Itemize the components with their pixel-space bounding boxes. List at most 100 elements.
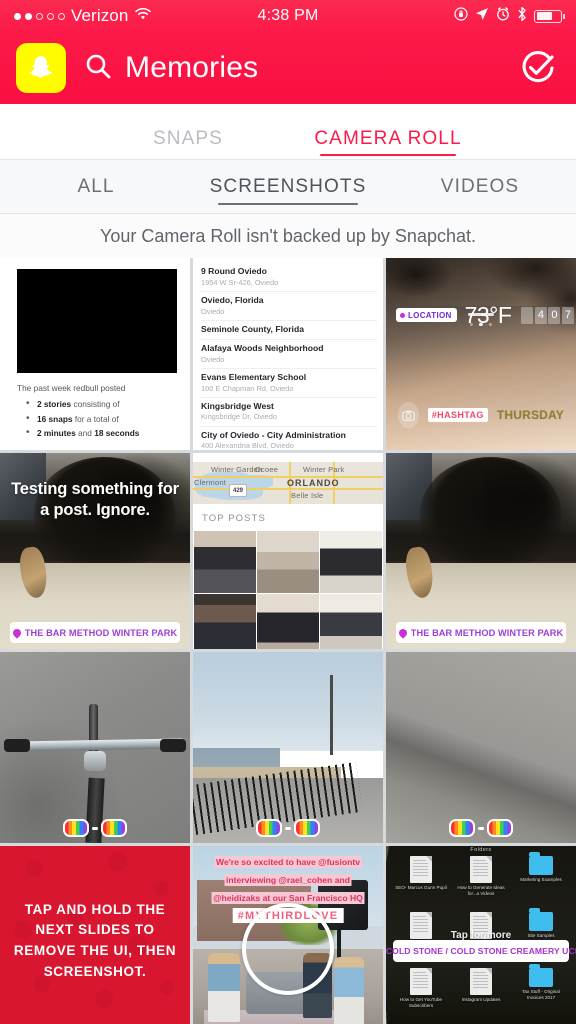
snap-caption: Testing something for a post. Ignore.	[11, 480, 179, 520]
ig-post[interactable]	[257, 531, 319, 593]
desktop-file: SEO- Marcus Gunn Pupil	[392, 856, 450, 910]
filter-row-secondary: #HASHTAG THURSDAY	[386, 402, 576, 428]
pin-icon	[397, 626, 409, 639]
ig-post[interactable]	[320, 594, 382, 649]
signal-dot-filled	[14, 12, 21, 20]
subtab-all[interactable]: ALL	[0, 162, 192, 211]
memories-search[interactable]: Memories	[84, 52, 516, 85]
backup-notice: Your Camera Roll isn't backed up by Snap…	[0, 214, 576, 258]
grid-tile-dog-caption[interactable]: Testing something for a post. Ignore. TH…	[0, 453, 190, 649]
camera-roll-grid: The past week redbull posted 2 stories c…	[0, 258, 576, 1024]
filter-row-primary: LOCATION 73°F 4 0 7	[386, 300, 576, 330]
map-label: Belle Isle	[291, 491, 324, 500]
photo-person-right	[333, 956, 364, 1024]
photo-detail-grip-left	[3, 738, 30, 752]
hashtag-filter[interactable]: #HASHTAG	[427, 408, 488, 422]
battery-icon	[534, 9, 566, 23]
status-bar-right	[454, 6, 566, 27]
document-icon	[470, 856, 492, 883]
photo-person-left	[208, 952, 241, 1022]
photo-mast	[329, 674, 333, 756]
photo-background	[386, 652, 576, 843]
signal-dot-filled	[25, 12, 32, 20]
signal-dot-empty	[36, 12, 43, 20]
search-icon	[84, 52, 112, 85]
document-icon	[410, 968, 432, 995]
subtab-active-underline	[218, 202, 358, 205]
time-digit: 0	[548, 306, 561, 324]
grid-tile-pavement-shadow[interactable]	[386, 652, 576, 843]
grid-tile-desktop-files[interactable]: Folders SEO- Marcus Gunn Pupil How to Ge…	[386, 846, 576, 1024]
ig-header-strip	[193, 453, 383, 462]
ig-post[interactable]	[194, 531, 256, 593]
ig-post[interactable]	[320, 531, 382, 593]
geofilter-label: THE BAR METHOD WINTER PARK	[24, 627, 178, 638]
time-digit: 7	[561, 306, 574, 324]
list-item: Seminole County, Florida	[201, 321, 377, 340]
signal-dot-empty	[58, 12, 65, 20]
tab-camera-roll[interactable]: CAMERA ROLL	[288, 128, 488, 159]
desktop-file: How to Generate Ideas for...a Videos	[452, 856, 510, 910]
document-icon	[410, 912, 432, 939]
grid-tile-dog-plain[interactable]: THE BAR METHOD WINTER PARK	[386, 453, 576, 649]
subtab-videos[interactable]: VIDEOS	[384, 162, 576, 211]
geofilter-label: THE BAR METHOD WINTER PARK	[410, 627, 564, 638]
map-label: Clermont	[194, 478, 227, 487]
time-filter[interactable]: 4 0 7	[521, 306, 574, 324]
location-filter-chip[interactable]: LOCATION	[396, 308, 457, 322]
tab-snaps[interactable]: SNAPS	[88, 128, 288, 159]
geofilter-banner: THE BAR METHOD WINTER PARK	[10, 622, 180, 643]
signal-dot-empty	[47, 12, 54, 20]
status-bar-left: Verizon	[14, 6, 152, 26]
ig-post[interactable]	[257, 594, 319, 649]
check-circle-icon[interactable]	[516, 46, 560, 90]
desktop-file: How to Get YouTube Subscribers	[392, 968, 450, 1022]
grid-tile-promenade[interactable]	[193, 652, 383, 843]
map-label-city: ORLANDO	[287, 478, 340, 488]
map-road	[193, 488, 383, 490]
grid-tile-analytics[interactable]: The past week redbull posted 2 stories c…	[0, 258, 190, 450]
location-arrow-icon	[475, 6, 489, 26]
bluetooth-icon	[517, 6, 527, 27]
secondary-tabbar: ALL SCREENSHOTS VIDEOS	[0, 160, 576, 214]
grid-tile-snap-filters[interactable]: LOCATION 73°F 4 0 7 #HASHTAG THURSDAY	[386, 258, 576, 450]
subtab-screenshots[interactable]: SCREENSHOTS	[192, 162, 384, 211]
analytics-image-placeholder	[17, 269, 177, 373]
ig-post[interactable]	[194, 594, 256, 649]
rainbow-sunglasses-sticker	[63, 819, 127, 837]
folder-icon	[529, 964, 553, 987]
pin-icon	[11, 626, 23, 639]
rotation-lock-icon	[454, 6, 468, 26]
sunglass-lens-right	[294, 819, 320, 837]
folder-icon	[529, 852, 553, 875]
document-icon	[410, 856, 432, 883]
ig-section-label: TOP POSTS	[202, 513, 266, 524]
sunglass-lens-left	[449, 819, 475, 837]
day-filter[interactable]: THURSDAY	[497, 408, 564, 422]
desktop-file: Instagram Updates	[452, 968, 510, 1022]
ig-map: Winter Garden Ocoee Winter Park ORLANDO …	[193, 462, 383, 504]
time-digit-blank	[521, 306, 534, 324]
tab-active-underline	[320, 153, 456, 156]
sunglass-lens-right	[101, 819, 127, 837]
sunglass-bridge	[285, 826, 291, 830]
temperature-filter[interactable]: 73°F	[465, 302, 512, 329]
map-label: Winter Park	[303, 465, 345, 474]
grid-tile-instruction-slide[interactable]: TAP AND HOLD THE NEXT SLIDES TO REMOVE T…	[0, 846, 190, 1024]
snapchat-memories-screen: Verizon 4:38 PM Memories SNAPS CAMERA RO…	[0, 0, 576, 1024]
grid-tile-bicycle[interactable]	[0, 652, 190, 843]
grid-tile-location-list[interactable]: 9 Round Oviedo 1954 W Sr-426, Oviedo Ovie…	[193, 258, 383, 450]
grid-tile-interview[interactable]: We're so excited to have @fusiontv inter…	[193, 846, 383, 1024]
grid-tile-instagram[interactable]: Winter Garden Ocoee Winter Park ORLANDO …	[193, 453, 383, 649]
snapchat-ghost-logo[interactable]	[16, 43, 66, 93]
camera-icon[interactable]	[398, 402, 419, 428]
folder-icon	[529, 908, 553, 931]
list-item: 16 snaps for a total of	[26, 413, 180, 424]
rainbow-sunglasses-sticker	[449, 819, 513, 837]
photo-detail-hub	[83, 751, 106, 772]
pin-icon	[400, 312, 405, 318]
list-item: 9 Round Oviedo 1954 W Sr-426, Oviedo	[201, 263, 377, 292]
analytics-bullets: 2 stories consisting of 16 snaps for a t…	[26, 398, 180, 438]
desktop-folder: Marketing Examples	[512, 852, 570, 910]
app-header: Memories	[0, 32, 576, 104]
